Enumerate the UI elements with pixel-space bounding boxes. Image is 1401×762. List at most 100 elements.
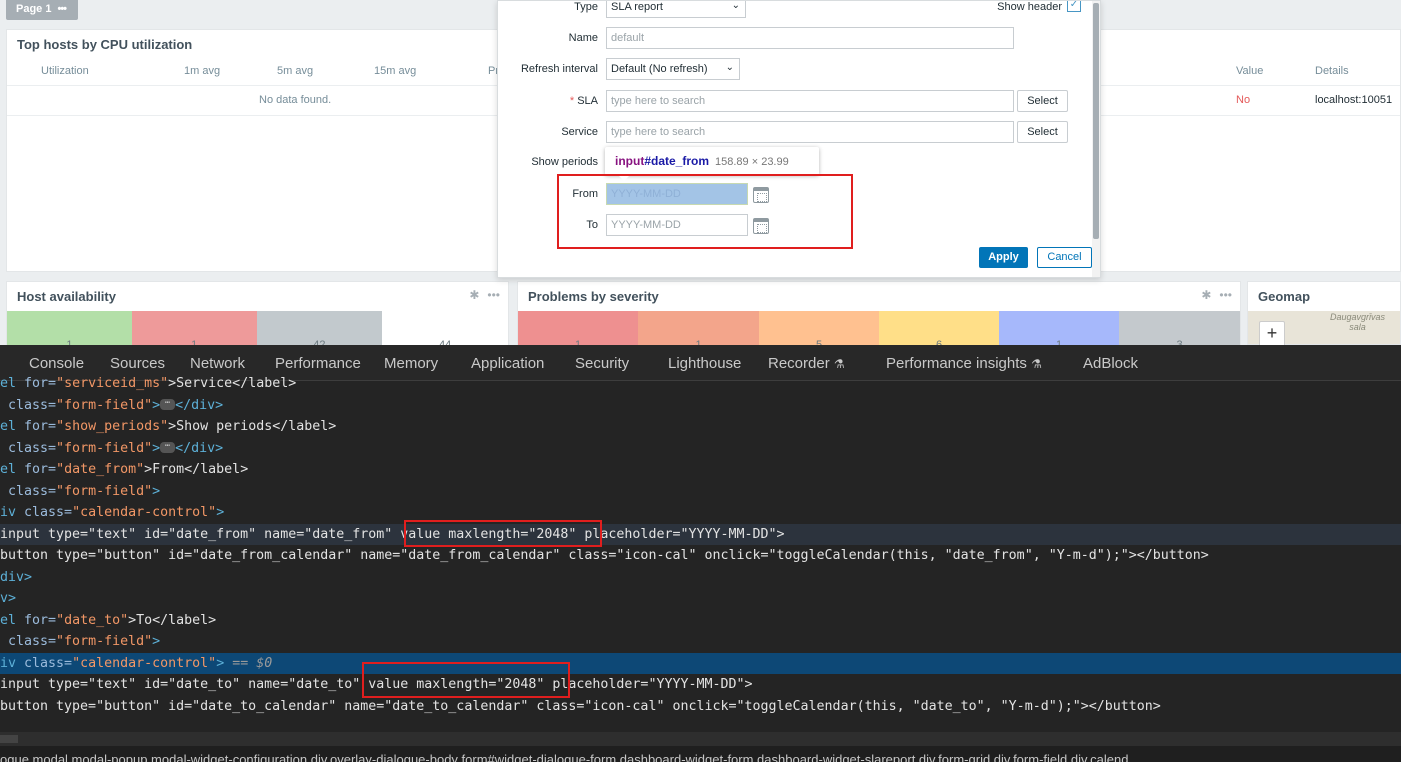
scrollbar-thumb[interactable] <box>0 735 18 743</box>
node-tag: el <box>0 612 25 628</box>
dom-node-line[interactable]: el for="date_from">From</label> <box>0 459 1401 481</box>
node-value: "date_from" <box>56 462 145 477</box>
refresh-interval-select[interactable]: Default (No refresh) ⌄ <box>606 58 740 80</box>
widget-menu-icon[interactable]: ••• <box>487 288 500 302</box>
dom-node-line[interactable]: el for="date_to">To</label> <box>0 610 1401 632</box>
node-attr: class= <box>0 397 57 413</box>
page-tab-menu-icon[interactable]: ••• <box>57 3 67 15</box>
node-tag: el <box>0 419 25 434</box>
tab-performance-insights[interactable]: Performance insights ⚗ <box>886 355 1042 372</box>
type-label: Type <box>574 1 598 13</box>
tab-recorder[interactable]: Recorder ⚗ <box>768 355 845 372</box>
show-header-label: Show header <box>997 1 1062 13</box>
sla-search-input[interactable]: type here to search <box>606 90 1014 112</box>
dialog-scrollbar[interactable] <box>1092 1 1100 277</box>
dom-node-line[interactable]: class="form-field"> ⋯ </div> <box>0 438 1401 460</box>
flask-icon: ⚗ <box>1031 357 1042 371</box>
service-search-input[interactable]: type here to search <box>606 121 1014 143</box>
col-details[interactable]: Details <box>1315 65 1349 77</box>
node-tag: > <box>152 440 161 456</box>
tab-network[interactable]: Network <box>190 355 245 372</box>
tab-memory[interactable]: Memory <box>384 355 438 372</box>
dom-node-line[interactable]: button type="button" id="date_from_calen… <box>0 545 1401 567</box>
dom-node-line[interactable]: class="form-field"> <box>0 481 1401 503</box>
availability-bars: 1 1 42 44 <box>7 311 508 345</box>
dom-node-line[interactable]: v> <box>0 588 1401 610</box>
dom-node-line[interactable]: iv class="calendar-control"> <box>0 502 1401 524</box>
node-attr: class= <box>0 483 57 499</box>
dom-node-line-selected[interactable]: iv class="calendar-control"> == $0 <box>0 652 1401 675</box>
dom-node-line[interactable]: class="form-field"> <box>0 631 1401 653</box>
cancel-button[interactable]: Cancel <box>1037 247 1092 268</box>
col-5m-avg[interactable]: 5m avg <box>277 65 313 77</box>
dom-node-line[interactable]: el for="show_periods">Show periods</labe… <box>0 416 1401 438</box>
node-tag: iv <box>0 655 25 671</box>
widget-title: Geomap <box>1258 289 1311 304</box>
sla-label-text: SLA <box>577 95 598 107</box>
severity-information[interactable]: 1 <box>999 311 1119 345</box>
service-select-button[interactable]: Select <box>1017 121 1068 143</box>
severity-average[interactable]: 5 <box>759 311 879 345</box>
ellipsis-icon[interactable]: ⋯ <box>160 399 176 410</box>
node-tag: > <box>216 655 225 671</box>
not-available-count[interactable]: 1 <box>131 311 257 345</box>
widget-title: Host availability <box>17 289 116 304</box>
apply-button[interactable]: Apply <box>979 247 1028 268</box>
node-attr: class= <box>0 440 57 456</box>
scrollbar-thumb[interactable] <box>1093 3 1099 239</box>
dom-node-line[interactable]: class="form-field"> ⋯ </div> <box>0 395 1401 417</box>
service-label: Service <box>561 126 598 138</box>
col-value[interactable]: Value <box>1236 65 1263 77</box>
dom-node-line[interactable]: div> <box>0 567 1401 589</box>
node-value: "form-field" <box>56 634 153 649</box>
severity-warning[interactable]: 6 <box>879 311 999 345</box>
node-tag: </div> <box>175 440 224 456</box>
zoom-in-button[interactable]: + <box>1259 321 1285 345</box>
widget-menu-icon[interactable]: ••• <box>1219 288 1232 302</box>
node-value: "form-field" <box>56 440 153 456</box>
ellipsis-icon[interactable]: ⋯ <box>160 442 176 453</box>
map-canvas[interactable]: + Daugavgrīvas sala <box>1248 311 1400 345</box>
show-header-checkbox[interactable]: ✓ <box>1067 1 1081 12</box>
col-1m-avg[interactable]: 1m avg <box>184 65 220 77</box>
value-cell: No <box>1236 94 1251 106</box>
dom-node-line[interactable]: button type="button" id="date_to_calenda… <box>0 696 1401 718</box>
severity-disaster[interactable]: 1 <box>518 311 638 345</box>
node-value: "form-field" <box>56 483 153 499</box>
tab-console[interactable]: Console <box>29 355 84 372</box>
col-15m-avg[interactable]: 15m avg <box>374 65 416 77</box>
severity-high[interactable]: 1 <box>638 311 759 345</box>
node-tag: </div> <box>175 397 224 413</box>
node-text: button type="button" id="date_from_calen… <box>0 548 1209 563</box>
tab-performance[interactable]: Performance <box>275 355 361 372</box>
dom-node-line[interactable]: el for="serviceid_ms">Service</label> <box>0 373 1401 395</box>
horizontal-scrollbar[interactable] <box>0 732 1401 746</box>
breadcrumb[interactable]: ogue.modal.modal-popup.modal-widget-conf… <box>0 746 1401 762</box>
tab-sources[interactable]: Sources <box>110 355 165 372</box>
widget-problems-by-severity: Problems by severity ✱ ••• 1 1 5 6 1 3 <box>517 281 1241 345</box>
type-select[interactable]: SLA report ⌄ <box>606 1 746 18</box>
inspector-tooltip: input#date_from 158.89 × 23.99 <box>605 147 819 175</box>
dom-node-line-date-from-input[interactable]: input type="text" id="date_from" name="d… <box>0 523 1401 546</box>
tab-security[interactable]: Security <box>575 355 629 372</box>
highlight-box-maxlength-from <box>404 520 602 547</box>
map-label-line1: Daugavgrīvas <box>1330 312 1386 322</box>
available-count[interactable]: 1 <box>7 311 132 345</box>
gear-icon[interactable]: ✱ <box>469 288 479 302</box>
unknown-count[interactable]: 42 <box>256 311 383 345</box>
widget-controls: ✱ ••• <box>1193 288 1232 302</box>
node-attr: for= <box>24 612 57 628</box>
col-utilization[interactable]: Utilization <box>41 65 89 77</box>
name-input[interactable]: default <box>606 27 1014 49</box>
tooltip-tag: input <box>615 154 645 168</box>
tab-adblock[interactable]: AdBlock <box>1083 355 1138 372</box>
severity-not-classified[interactable]: 3 <box>1119 311 1240 345</box>
page-tab[interactable]: Page 1 ••• <box>6 0 78 20</box>
dom-node-line-date-to-input[interactable]: input type="text" id="date_to" name="dat… <box>0 674 1401 696</box>
gear-icon[interactable]: ✱ <box>1201 288 1211 302</box>
sla-select-button[interactable]: Select <box>1017 90 1068 112</box>
tab-application[interactable]: Application <box>471 355 544 372</box>
node-tag: > <box>152 397 161 413</box>
tab-lighthouse[interactable]: Lighthouse <box>668 355 741 372</box>
node-text: >From</label> <box>144 462 249 477</box>
